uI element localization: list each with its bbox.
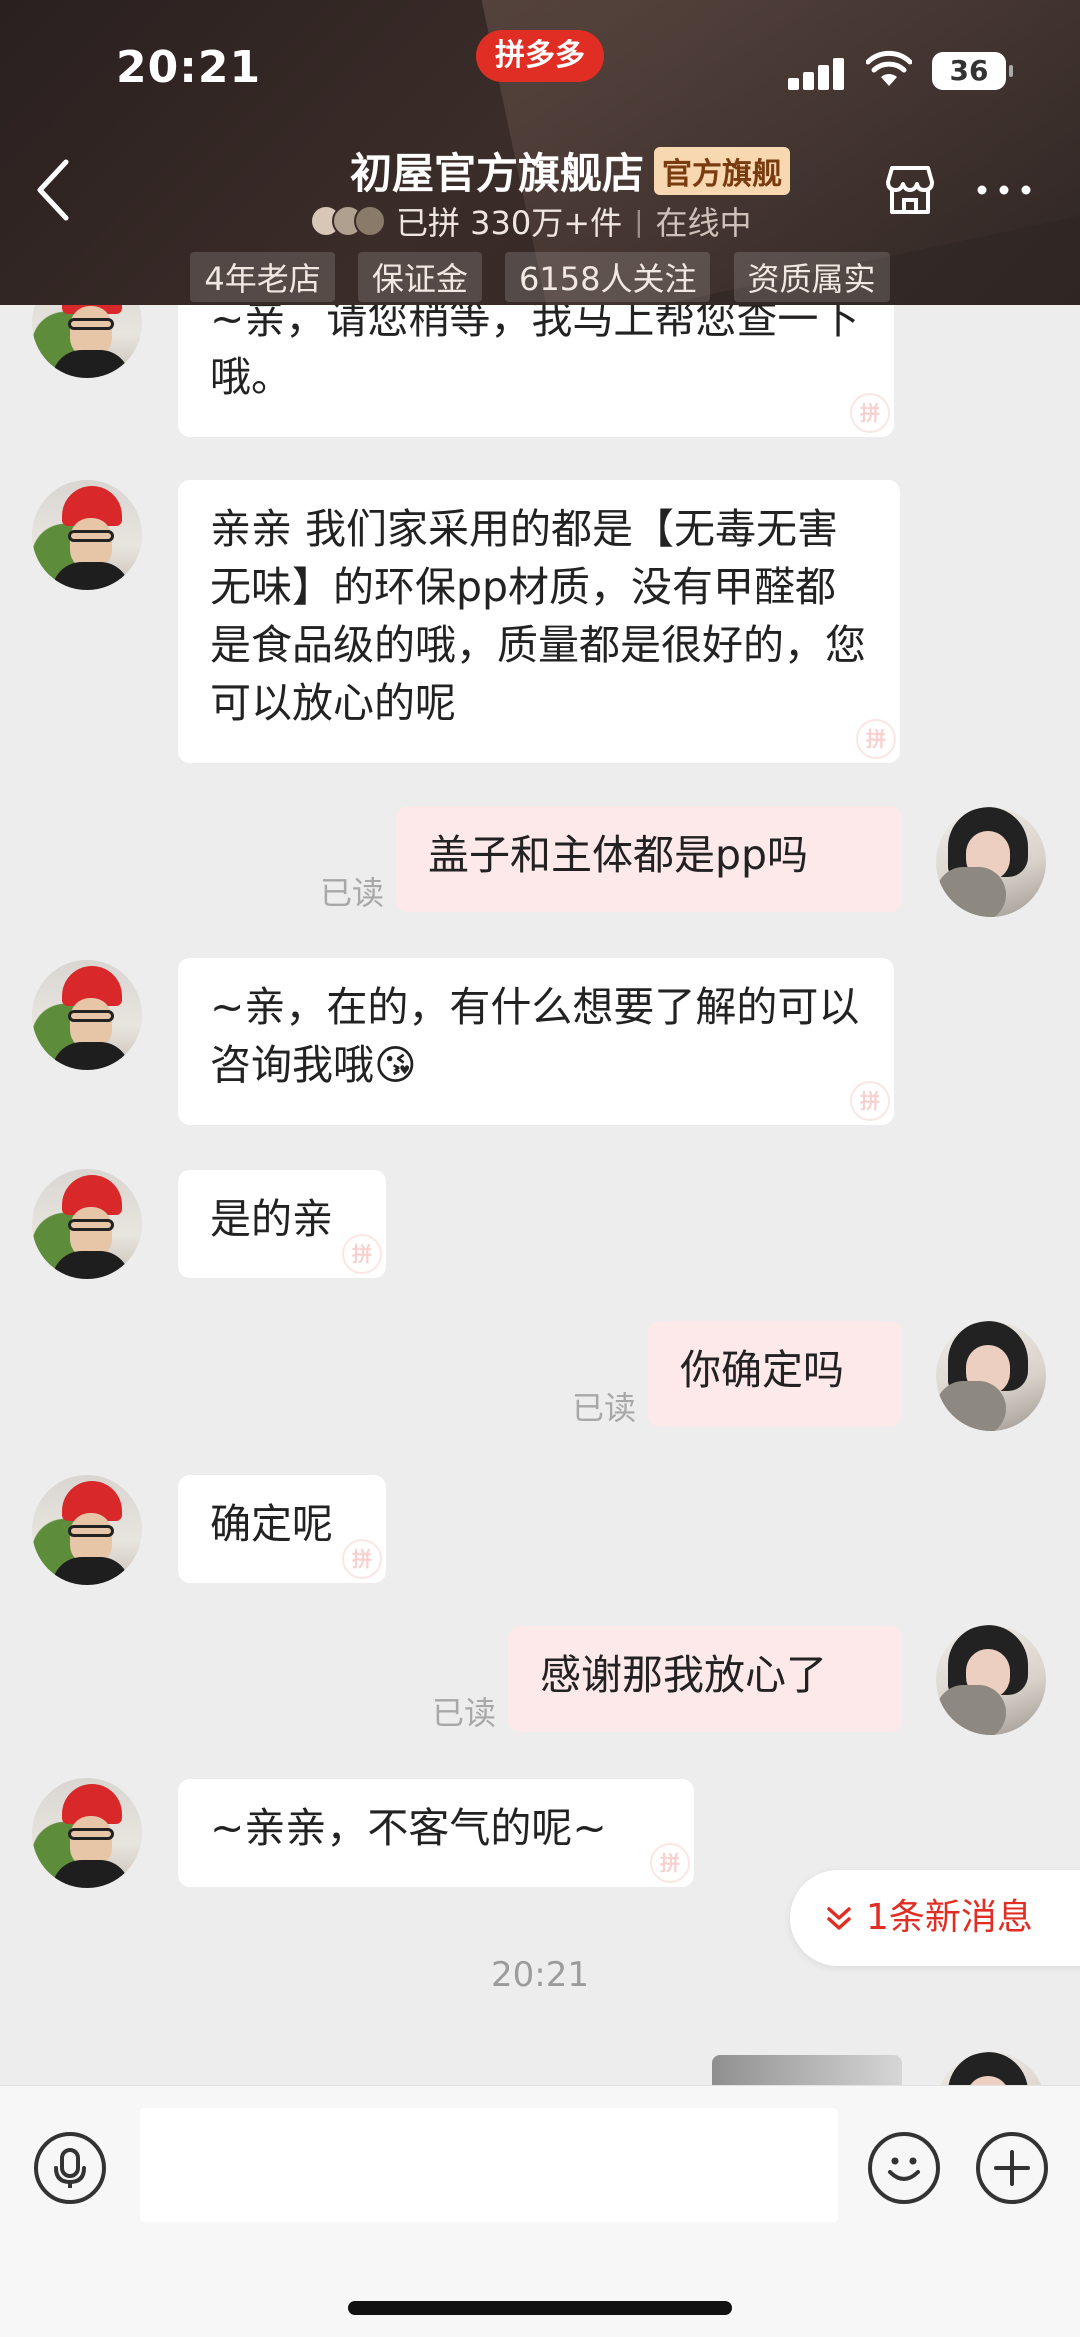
microphone-icon: [54, 2148, 86, 2188]
message-bubble[interactable]: ~亲，在的，有什么想要了解的可以咨询我哦😘 拼: [178, 958, 894, 1125]
seller-avatar[interactable]: [32, 960, 142, 1070]
new-message-label: 1条新消息: [866, 1897, 1033, 1938]
buyer-avatar[interactable]: [936, 1321, 1046, 1431]
message-text: 确定呢: [210, 1500, 333, 1548]
message-text: 盖子和主体都是pp吗: [428, 831, 809, 879]
sold-count: 已拼 330万+件: [396, 204, 623, 242]
double-chevron-down-icon: [827, 1907, 851, 1930]
message-text: ~亲亲，不客气的呢~: [210, 1804, 607, 1852]
more-actions-button[interactable]: [976, 2132, 1048, 2204]
official-store-tag: 官方旗舰: [654, 146, 790, 195]
signal-icon: [788, 56, 846, 90]
emoji-button[interactable]: [868, 2132, 940, 2204]
buyer-avatars: [310, 205, 386, 237]
buyer-avatar[interactable]: [936, 807, 1046, 917]
pdd-watermark-icon: 拼: [850, 1081, 890, 1121]
voice-button[interactable]: [34, 2132, 106, 2204]
smiley-icon: [888, 2157, 920, 2181]
shop-tag[interactable]: 4年老店: [190, 252, 335, 302]
online-status: 在线中: [655, 204, 752, 242]
shop-tag[interactable]: 6158人关注: [505, 252, 711, 302]
shop-tag[interactable]: 保证金: [357, 252, 482, 302]
seller-avatar[interactable]: [32, 1169, 142, 1279]
message-bubble[interactable]: 亲亲 我们家采用的都是【无毒无害无味】的环保pp材质，没有甲醛都是食品级的哦，质…: [178, 480, 900, 763]
pdd-watermark-icon: 拼: [342, 1234, 382, 1274]
message-bubble-mine[interactable]: 感谢那我放心了: [508, 1626, 902, 1732]
home-indicator: [348, 2301, 732, 2315]
message-bubble-mine[interactable]: 盖子和主体都是pp吗: [396, 806, 902, 912]
message-text: 感谢那我放心了: [540, 1651, 827, 1699]
shop-subinfo: 已拼 330万+件 | 在线中: [310, 198, 752, 244]
shop-name[interactable]: 初屋官方旗舰店: [350, 140, 644, 201]
pdd-watermark-icon: 拼: [342, 1539, 382, 1579]
message-text: 亲亲 我们家采用的都是【无毒无害无味】的环保pp材质，没有甲醛都是食品级的哦，质…: [210, 505, 866, 727]
shop-tags: 4年老店 保证金 6158人关注 资质属实: [0, 252, 1080, 302]
message-text: ~亲，请您稍等，我马上帮您查一下哦。: [210, 305, 860, 401]
message-bubble-mine[interactable]: 你确定吗: [648, 1321, 902, 1427]
message-bubble[interactable]: 是的亲 拼: [178, 1170, 386, 1278]
seller-avatar[interactable]: [32, 480, 142, 590]
divider: |: [634, 204, 644, 238]
wifi-icon: [866, 50, 912, 86]
read-receipt: 已读: [572, 1389, 637, 1427]
buyer-avatar[interactable]: [936, 2052, 1046, 2085]
shop-tag[interactable]: 资质属实: [733, 252, 890, 302]
chat-header: 20:21 拼多多 36 初屋官方旗舰店 官方旗舰 已拼 330万+件 | 在线中…: [0, 0, 1080, 305]
battery-icon: 36: [932, 52, 1013, 90]
seller-avatar[interactable]: [32, 305, 142, 378]
storefront-icon[interactable]: [880, 160, 940, 220]
buyer-avatar[interactable]: [936, 1625, 1046, 1735]
message-text: 是的亲: [210, 1195, 333, 1243]
pdd-watermark-icon: 拼: [856, 719, 896, 759]
message-text: ~亲，在的，有什么想要了解的可以咨询我哦😘: [210, 983, 860, 1089]
message-bubble[interactable]: ~亲亲，不客气的呢~ 拼: [178, 1779, 694, 1887]
image-message[interactable]: [712, 2055, 902, 2085]
app-badge: 拼多多: [476, 30, 604, 82]
read-receipt: 已读: [320, 874, 385, 912]
status-time: 20:21: [116, 42, 262, 93]
seller-avatar[interactable]: [32, 1475, 142, 1585]
message-text: 你确定吗: [680, 1346, 844, 1394]
message-list[interactable]: ~亲，请您稍等，我马上帮您查一下哦。 拼 亲亲 我们家采用的都是【无毒无害无味】…: [0, 305, 1080, 2085]
read-receipt: 已读: [432, 1694, 497, 1732]
more-dots-icon[interactable]: [974, 170, 1034, 210]
seller-avatar[interactable]: [32, 1778, 142, 1888]
pdd-watermark-icon: 拼: [850, 393, 890, 433]
message-input[interactable]: [140, 2108, 838, 2222]
plus-icon: [994, 2150, 1030, 2186]
message-bubble[interactable]: 确定呢 拼: [178, 1475, 386, 1583]
pdd-watermark-icon: 拼: [650, 1843, 690, 1883]
message-bubble[interactable]: ~亲，请您稍等，我马上帮您查一下哦。 拼: [178, 305, 894, 437]
input-bar: [0, 2085, 1080, 2337]
new-message-button[interactable]: 1条新消息: [790, 1870, 1080, 1966]
